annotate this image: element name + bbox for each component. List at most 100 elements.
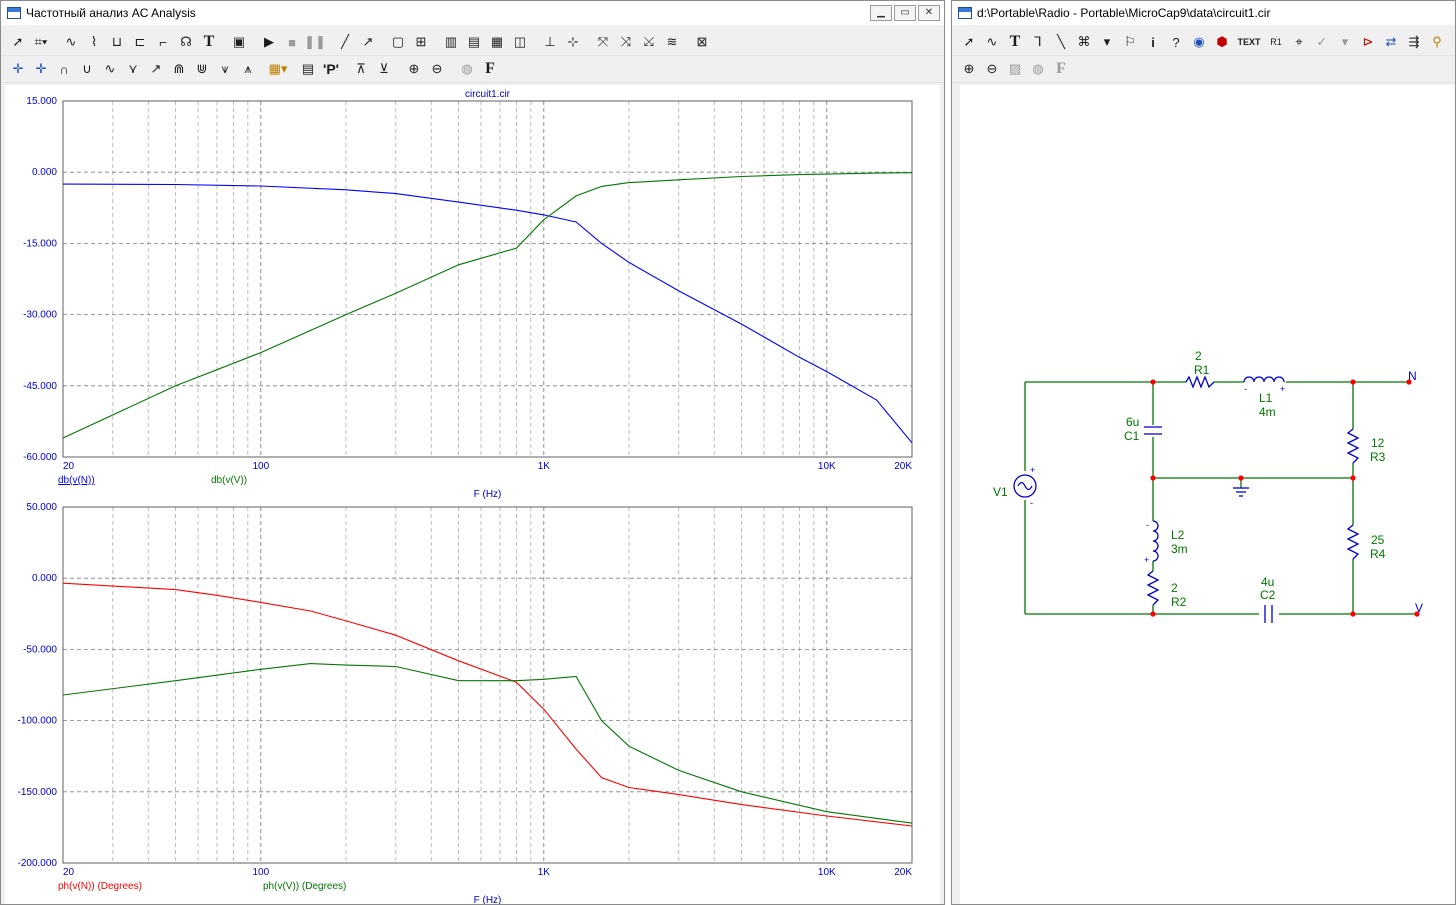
schematic-title-bar[interactable]: d:\Portable\Radio - Portable\MicroCap9\d… [952, 1, 1455, 25]
probe-dropdown-icon[interactable]: ▾ [1334, 31, 1356, 53]
go-high-icon[interactable]: ↗ [145, 58, 167, 80]
analysis-title-bar[interactable]: Частотный анализ AC Analysis ▁ ▭ ✕ [1, 1, 944, 25]
scale-1-icon[interactable]: ⊼ [350, 58, 372, 80]
frame-2-icon[interactable]: ⊞ [410, 31, 432, 53]
graph-2-icon[interactable]: ⌇ [83, 31, 105, 53]
color-icon[interactable]: ◍ [456, 58, 478, 80]
zoom-out-icon[interactable]: ⊖ [426, 58, 448, 80]
toolbar-separator [380, 31, 386, 53]
high-icon[interactable]: ∩ [53, 58, 75, 80]
r1-label-icon[interactable]: R1 [1265, 31, 1287, 53]
grid-3-icon[interactable]: ▦ [486, 31, 508, 53]
info-icon[interactable]: i [1142, 31, 1164, 53]
go-low-icon[interactable]: ⋒ [168, 58, 190, 80]
low-icon[interactable]: ∪ [76, 58, 98, 80]
properties-icon[interactable]: ▣ [228, 31, 250, 53]
inductor-l1 [1243, 376, 1285, 383]
pause-icon[interactable]: ❚❚ [304, 31, 326, 53]
node-labels: N V [1408, 369, 1423, 615]
text-tool-icon[interactable]: T [198, 31, 220, 53]
select-arrow-icon[interactable]: ➚ [7, 31, 29, 53]
schematic-window: d:\Portable\Radio - Portable\MicroCap9\d… [951, 0, 1456, 905]
cursor-5-icon[interactable]: ≋ [661, 31, 683, 53]
arrow-tool-icon[interactable]: ↗ [357, 31, 379, 53]
graph-4-icon[interactable]: ⊏ [129, 31, 151, 53]
toolbar-separator [327, 31, 333, 53]
help-icon[interactable]: ? [1165, 31, 1187, 53]
color-icon[interactable]: ◍ [1027, 58, 1049, 80]
window-app-icon [7, 7, 21, 19]
zoom-in-icon[interactable]: ⊕ [403, 58, 425, 80]
bias-icon[interactable]: ⇶ [1403, 31, 1425, 53]
prev-icon[interactable]: ⩛ [214, 58, 236, 80]
node-n-label: N [1408, 369, 1417, 383]
stop-sign-icon[interactable]: ⬢ [1211, 31, 1233, 53]
frame-3-icon[interactable]: ◫ [509, 31, 531, 53]
select-dropdown-icon[interactable]: ⌗▾ [30, 31, 52, 53]
minimize-button[interactable]: ▁ [870, 5, 892, 21]
pin-icon[interactable]: ⌖ [1288, 31, 1310, 53]
graph-1-icon[interactable]: ∿ [60, 31, 82, 53]
grid-1-icon[interactable]: ▥ [440, 31, 462, 53]
y-tick-label: -30.000 [23, 310, 57, 321]
cursor-2-icon[interactable]: ⤧ [592, 31, 614, 53]
x-tick-label: 1K [538, 867, 551, 878]
schematic-canvas[interactable]: + - - + - + 2 R1 L1 4m 6u C1 12 R3 L2 3m… [960, 85, 1455, 904]
next-icon[interactable]: ⋓ [191, 58, 213, 80]
legend-entry-1: ph(v(V)) (Degrees) [263, 881, 346, 892]
select-arrow-icon[interactable]: ➚ [958, 31, 980, 53]
line-tool-icon[interactable]: ╱ [334, 31, 356, 53]
sweep-icon[interactable]: ⇄ [1380, 31, 1402, 53]
axis-icon[interactable]: ⊥ [539, 31, 561, 53]
font-icon[interactable]: F [479, 58, 501, 80]
run-icon[interactable]: ▶ [258, 31, 280, 53]
table-icon[interactable]: ▦▾ [267, 58, 289, 80]
y-tick-label: -150.000 [18, 787, 58, 798]
valley-icon[interactable]: ✛ [30, 58, 52, 80]
x-tick-label: 10K [818, 461, 836, 472]
grid-2-icon[interactable]: ▤ [463, 31, 485, 53]
probe-icon[interactable]: ⚲ [1426, 31, 1448, 53]
font-icon[interactable]: F [1050, 58, 1072, 80]
legend-entry-0: db(v(N)) [58, 475, 95, 486]
zoom-out-icon[interactable]: ⊖ [981, 58, 1003, 80]
component-dropdown-icon[interactable]: ▾ [1096, 31, 1118, 53]
corner-wire-icon[interactable]: ⅂ [1027, 31, 1049, 53]
cursor-4-icon[interactable]: ⤩ [638, 31, 660, 53]
scale-2-icon[interactable]: ⊻ [373, 58, 395, 80]
step-icon[interactable]: ⊳ [1357, 31, 1379, 53]
cursor-3-icon[interactable]: ⤨ [615, 31, 637, 53]
restore-button[interactable]: ▭ [894, 5, 916, 21]
peak-icon[interactable]: ✛ [7, 58, 29, 80]
grid-table-icon[interactable]: ▤ [297, 58, 319, 80]
flag-icon[interactable]: ⚐ [1119, 31, 1141, 53]
stop-icon[interactable]: ■ [281, 31, 303, 53]
component-icon[interactable]: ⌘ [1073, 31, 1095, 53]
zoom-in-icon[interactable]: ⊕ [958, 58, 980, 80]
tag-icon[interactable]: ⩚ [237, 58, 259, 80]
wire-icon[interactable]: ∿ [981, 31, 1003, 53]
schematic-svg: + - - + - + 2 R1 L1 4m 6u C1 12 R3 L2 3m… [993, 349, 1423, 623]
chart-icon[interactable]: ⊠ [691, 31, 713, 53]
frame-1-icon[interactable]: ▢ [387, 31, 409, 53]
globe-icon[interactable]: ◉ [1188, 31, 1210, 53]
text-label-button[interactable]: TEXT [1234, 31, 1264, 53]
series-line-1 [62, 663, 913, 824]
graph-5-icon[interactable]: ⌐ [152, 31, 174, 53]
text-tool-icon[interactable]: T [1004, 31, 1026, 53]
toolbar-separator [396, 58, 402, 80]
graph-3-icon[interactable]: ⊔ [106, 31, 128, 53]
source-v1-sine-icon [1017, 481, 1033, 491]
inflection-icon[interactable]: ∿ [99, 58, 121, 80]
node-voltage-icon[interactable]: ✓ [1311, 31, 1333, 53]
svg-text:-: - [1030, 498, 1033, 508]
cursor-1-icon[interactable]: ⊹ [562, 31, 584, 53]
close-button[interactable]: ✕ [918, 5, 940, 21]
slope-icon[interactable]: ⋎ [122, 58, 144, 80]
svg-text:-: - [1244, 384, 1247, 394]
graph-6-icon[interactable]: ☊ [175, 31, 197, 53]
point-p-icon[interactable]: 'P' [320, 58, 342, 80]
diagonal-wire-icon[interactable]: ╲ [1050, 31, 1072, 53]
y-tick-label: -100.000 [18, 716, 58, 727]
grid-icon[interactable]: ▨ [1004, 58, 1026, 80]
